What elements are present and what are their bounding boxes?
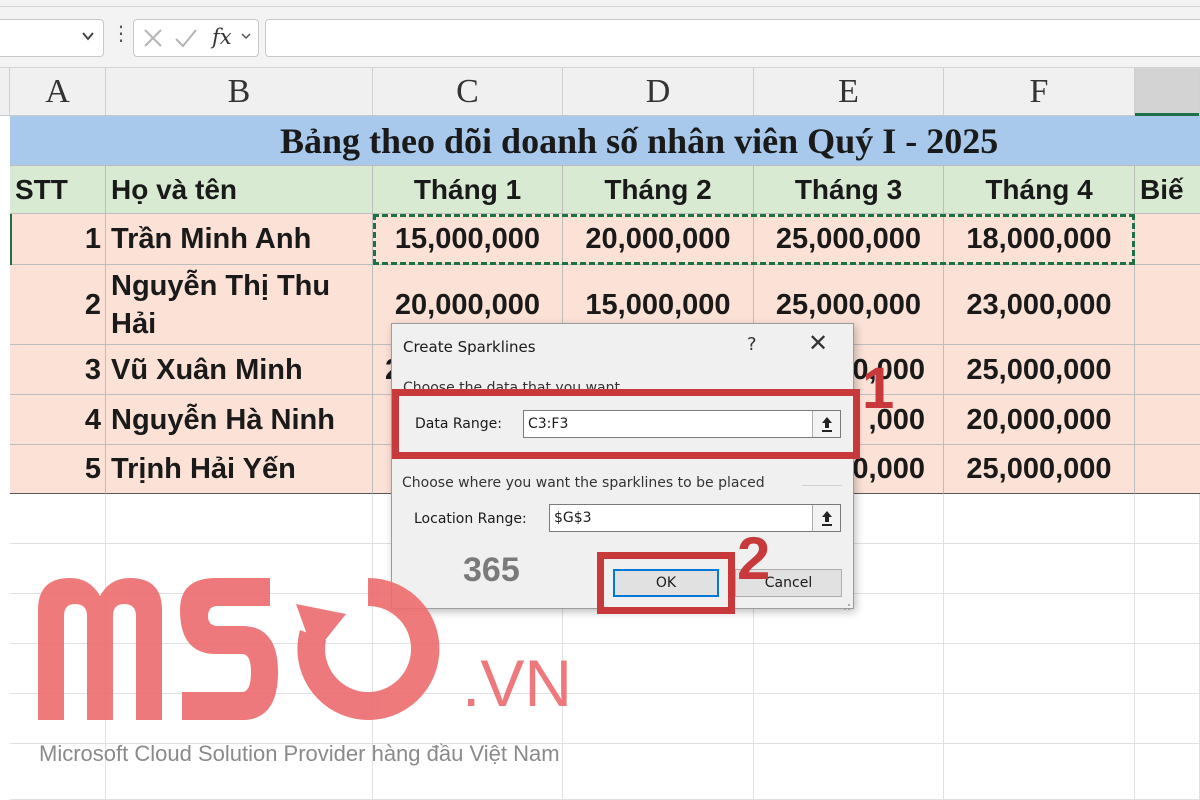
column-header-g[interactable] bbox=[1135, 68, 1200, 116]
formula-input[interactable] bbox=[265, 19, 1200, 57]
location-range-input[interactable]: $G$3 bbox=[549, 504, 841, 532]
empty-cell[interactable] bbox=[754, 694, 944, 744]
select-all-corner[interactable] bbox=[0, 68, 10, 116]
column-header-e[interactable]: E bbox=[754, 68, 944, 116]
column-header-a[interactable]: A bbox=[10, 68, 106, 116]
table-row-5-name[interactable]: Trịnh Hải Yến bbox=[106, 445, 373, 494]
chevron-down-icon[interactable] bbox=[240, 30, 252, 45]
table-row-4-name[interactable]: Nguyễn Hà Ninh bbox=[106, 395, 373, 445]
ribbon-edge bbox=[0, 6, 1200, 7]
table-row-1-month-1[interactable]: 15,000,000 bbox=[373, 214, 563, 265]
table-row-1-month-3[interactable]: 25,000,000 bbox=[754, 214, 944, 265]
table-row-2-month-4[interactable]: 23,000,000 bbox=[944, 265, 1135, 345]
mso-logo bbox=[38, 577, 440, 720]
step-1-highlight bbox=[392, 389, 860, 459]
empty-cell[interactable] bbox=[1135, 594, 1200, 644]
table-row-3-stt[interactable]: 3 bbox=[10, 345, 106, 395]
active-row-edge bbox=[10, 214, 12, 265]
header-stt[interactable]: STT bbox=[10, 166, 106, 214]
table-row-1-name[interactable]: Trần Minh Anh bbox=[106, 214, 373, 265]
table-row-3-trend[interactable] bbox=[1135, 345, 1200, 395]
table-row-2-trend[interactable] bbox=[1135, 265, 1200, 345]
more-options-icon[interactable]: ⋮ bbox=[111, 24, 131, 44]
table-row-4-stt[interactable]: 4 bbox=[10, 395, 106, 445]
section-rule bbox=[802, 485, 842, 486]
empty-cell[interactable] bbox=[754, 644, 944, 694]
table-title: Bảng theo dõi doanh số nhân viên Quý I -… bbox=[280, 121, 999, 161]
dialog-title: Create Sparklines bbox=[403, 338, 536, 356]
insert-function-button[interactable]: fx bbox=[212, 25, 232, 49]
table-row-2-name-cell[interactable]: Nguyễn Thị Thu Hải bbox=[106, 265, 373, 345]
table-row-5-stt[interactable]: 5 bbox=[10, 445, 106, 494]
empty-cell[interactable] bbox=[1135, 494, 1200, 544]
chevron-down-icon[interactable] bbox=[81, 29, 95, 48]
name-box[interactable] bbox=[0, 19, 104, 57]
empty-cell[interactable] bbox=[1135, 694, 1200, 744]
header-month-4[interactable]: Tháng 4 bbox=[944, 166, 1135, 214]
table-row-2-stt[interactable]: 2 bbox=[10, 265, 106, 345]
table-row-4-month-4[interactable]: 20,000,000 bbox=[944, 395, 1135, 445]
header-trend[interactable]: Biế bbox=[1135, 166, 1200, 214]
table-row-1-month-2[interactable]: 20,000,000 bbox=[563, 214, 754, 265]
empty-cell[interactable] bbox=[1135, 644, 1200, 694]
empty-cell[interactable] bbox=[944, 744, 1135, 800]
location-section-label: Choose where you want the sparklines to … bbox=[402, 475, 765, 491]
table-row-3-name[interactable]: Vũ Xuân Minh bbox=[106, 345, 373, 395]
header-month-2[interactable]: Tháng 2 bbox=[563, 166, 754, 214]
formula-bar: ⋮ fx bbox=[0, 0, 1200, 68]
table-row-3-month-4[interactable]: 25,000,000 bbox=[944, 345, 1135, 395]
empty-cell[interactable] bbox=[944, 594, 1135, 644]
step-2-number: 2 bbox=[737, 525, 771, 592]
empty-cell[interactable] bbox=[1135, 744, 1200, 800]
empty-cell[interactable] bbox=[563, 644, 754, 694]
header-month-3[interactable]: Tháng 3 bbox=[754, 166, 944, 214]
confirm-entry-icon[interactable] bbox=[174, 27, 198, 49]
column-header-c[interactable]: C bbox=[373, 68, 563, 116]
formula-controls: fx bbox=[133, 19, 259, 57]
column-header-d[interactable]: D bbox=[563, 68, 754, 116]
table-row-5-trend[interactable] bbox=[1135, 445, 1200, 494]
close-icon[interactable]: ✕ bbox=[808, 331, 828, 355]
empty-cell[interactable] bbox=[1135, 544, 1200, 594]
mso-domain-text: .VN bbox=[462, 646, 573, 720]
location-range-label: Location Range: bbox=[414, 511, 527, 527]
table-title-cell[interactable]: Bảng theo dõi doanh số nhân viên Quý I -… bbox=[10, 116, 1200, 166]
empty-cell[interactable] bbox=[563, 744, 754, 800]
empty-cell[interactable] bbox=[754, 744, 944, 800]
empty-cell[interactable] bbox=[944, 494, 1135, 544]
help-button[interactable]: ? bbox=[747, 334, 757, 355]
header-name[interactable]: Họ và tên bbox=[106, 166, 373, 214]
header-month-1[interactable]: Tháng 1 bbox=[373, 166, 563, 214]
empty-cell[interactable] bbox=[944, 644, 1135, 694]
empty-cell[interactable] bbox=[563, 694, 754, 744]
step-2-highlight bbox=[597, 552, 735, 614]
empty-cell[interactable] bbox=[10, 494, 106, 544]
table-row-2-name-line2: Hải bbox=[111, 308, 157, 340]
table-row-1-trend[interactable] bbox=[1135, 214, 1200, 265]
mso-tagline: Microsoft Cloud Solution Provider hàng đ… bbox=[39, 741, 560, 766]
table-row-2-name: Nguyễn Thị Thu bbox=[111, 270, 331, 302]
empty-cell[interactable] bbox=[944, 694, 1135, 744]
table-row-5-month-4[interactable]: 25,000,000 bbox=[944, 445, 1135, 494]
location-range-value: $G$3 bbox=[554, 510, 592, 526]
table-row-1-stt[interactable]: 1 bbox=[10, 214, 106, 265]
table-row-4-trend[interactable] bbox=[1135, 395, 1200, 445]
empty-cell[interactable] bbox=[944, 544, 1135, 594]
table-row-1-month-4[interactable]: 18,000,000 bbox=[944, 214, 1135, 265]
step-1-number: 1 bbox=[862, 356, 895, 421]
collapse-dialog-icon[interactable] bbox=[812, 505, 840, 531]
cancel-entry-icon[interactable] bbox=[142, 27, 164, 49]
column-header-f[interactable]: F bbox=[944, 68, 1135, 116]
column-header-b[interactable]: B bbox=[106, 68, 373, 116]
resize-grip-icon[interactable] bbox=[841, 596, 851, 610]
empty-cell[interactable] bbox=[106, 494, 373, 544]
